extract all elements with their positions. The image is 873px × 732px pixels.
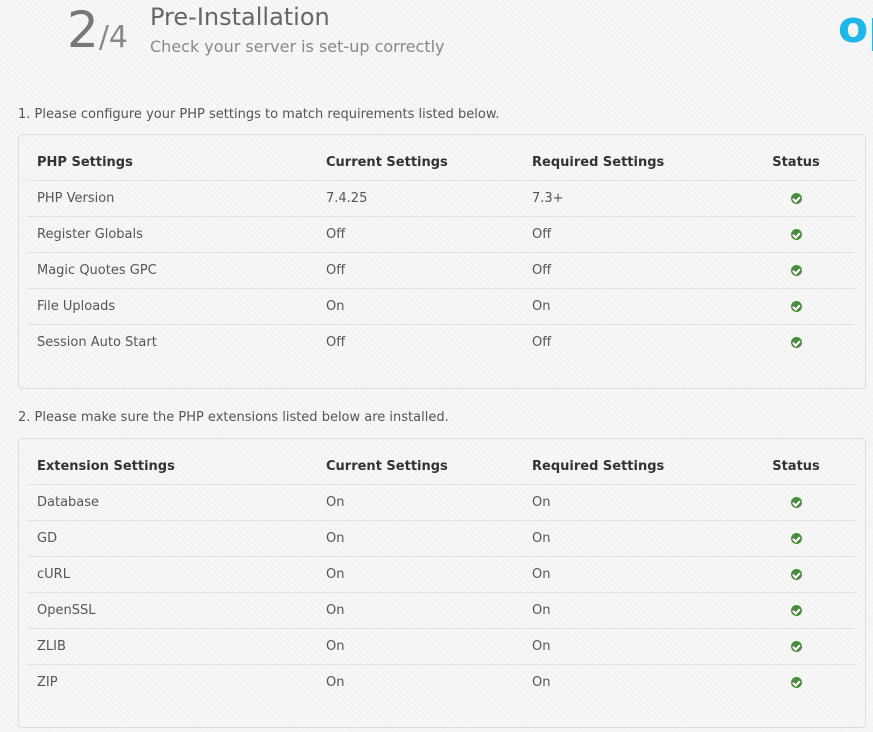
brand-logo: op [838,6,873,54]
required-setting: On [532,675,551,690]
table-row: ZLIB On On [27,628,855,665]
status-cell [737,180,855,217]
page-title: Pre-Installation [150,3,330,31]
required-setting: 7.3+ [522,180,737,217]
table-row: Magic Quotes GPC Off Off [27,252,855,289]
table-row: PHP Version 7.4.25 7.3+ [27,180,855,217]
required-setting: On [522,484,737,521]
required-setting: Off [532,335,552,350]
check-icon [790,641,802,652]
check-icon [790,569,802,580]
step-total: /4 [98,20,129,55]
table-row: File Uploads On On [27,288,855,325]
current-setting: 7.4.25 [316,180,522,217]
setting-name: cURL [27,556,316,593]
setting-name: GD [27,520,316,557]
col-header-setting: PHP Settings [27,145,316,181]
table-header-row: PHP Settings Current Settings Required S… [27,145,855,181]
table-row: ZIP On On [27,665,855,701]
table-row: cURL On On [27,556,855,593]
step-indicator: 2/4 [67,2,128,58]
page-subtitle: Check your server is set-up correctly [150,37,445,56]
current-setting: On [316,520,522,557]
col-header-current: Current Settings [316,449,522,485]
current-setting: Off [316,216,522,253]
setting-name: PHP Version [27,180,316,217]
status-cell [737,484,855,521]
extension-settings-table: Extension Settings Current Settings Requ… [27,449,855,700]
setting-name: Magic Quotes GPC [27,252,316,289]
setting-name: ZLIB [27,628,316,665]
col-header-status: Status [737,449,855,485]
current-setting: On [326,675,345,690]
table-row: GD On On [27,520,855,557]
required-setting: On [522,288,737,325]
status-cell [737,665,855,701]
table-row: OpenSSL On On [27,592,855,629]
current-setting: On [316,592,522,629]
check-icon [790,497,802,508]
col-header-required: Required Settings [522,449,737,485]
check-icon [790,193,802,204]
check-icon [790,605,802,616]
table-row: Database On On [27,484,855,521]
status-cell [737,628,855,665]
current-setting: On [316,556,522,593]
extension-settings-instruction: 2. Please make sure the PHP extensions l… [18,410,449,425]
table-row: Session Auto Start Off Off [27,325,855,361]
required-setting: On [522,628,737,665]
col-header-required: Required Settings [522,145,737,181]
current-setting: Off [316,252,522,289]
setting-name: Register Globals [27,216,316,253]
required-setting: On [522,556,737,593]
setting-name: OpenSSL [27,592,316,629]
check-icon [790,677,802,688]
php-settings-instruction: 1. Please configure your PHP settings to… [18,107,500,122]
status-cell [737,520,855,557]
extension-settings-rows: Database On On GD On On cURL On On OpenSSL On On ZLI… [27,484,855,701]
current-setting: On [316,288,522,325]
check-icon [790,337,802,348]
status-cell [737,556,855,593]
page-header: 2/4 Pre-Installation Check your server i… [0,0,873,70]
check-icon [790,229,802,240]
current-setting: On [316,628,522,665]
table-row: Register Globals Off Off [27,216,855,253]
col-header-current: Current Settings [316,145,522,181]
required-setting: Off [522,216,737,253]
extension-settings-panel: Extension Settings Current Settings Requ… [18,438,866,728]
required-setting: On [522,592,737,629]
status-cell [737,216,855,253]
php-settings-table: PHP Settings Current Settings Required S… [27,145,855,360]
required-setting: On [522,520,737,557]
step-current: 2 [67,1,99,59]
status-cell [737,325,855,361]
logo-text: op [838,6,873,53]
setting-name: Database [27,484,316,521]
table-header-row: Extension Settings Current Settings Requ… [27,449,855,485]
setting-name: ZIP [37,675,58,690]
status-cell [737,252,855,289]
col-header-status: Status [737,145,855,181]
php-settings-panel: PHP Settings Current Settings Required S… [18,134,866,389]
col-header-extension: Extension Settings [27,449,316,485]
check-icon [790,301,802,312]
check-icon [790,265,802,276]
setting-name: File Uploads [27,288,316,325]
current-setting: On [316,484,522,521]
php-settings-rows: PHP Version 7.4.25 7.3+ Register Globals Off… [27,180,855,361]
required-setting: Off [522,252,737,289]
current-setting: Off [326,335,346,350]
check-icon [790,533,802,544]
status-cell [737,592,855,629]
setting-name: Session Auto Start [37,335,157,350]
status-cell [737,288,855,325]
